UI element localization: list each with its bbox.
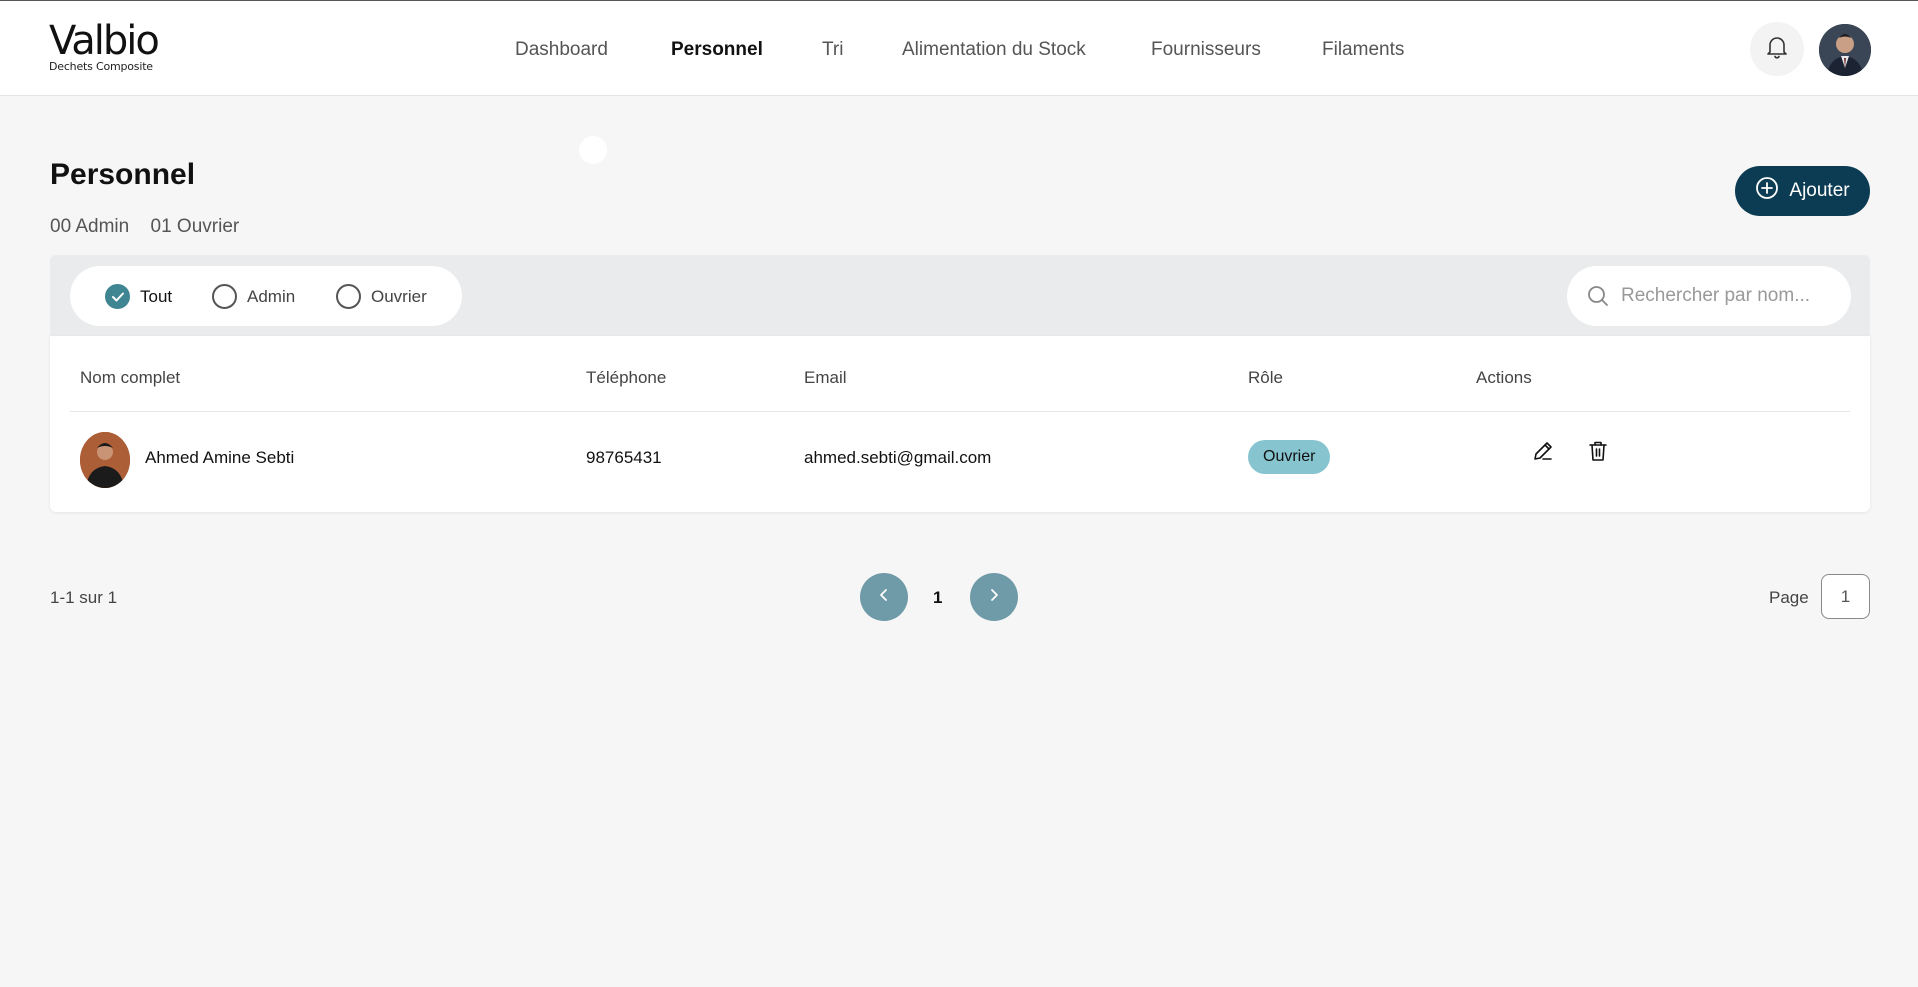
radio-unchecked-icon bbox=[212, 284, 237, 309]
search-box bbox=[1567, 266, 1851, 326]
notifications-button[interactable] bbox=[1750, 22, 1804, 76]
admin-count: 00 Admin bbox=[50, 216, 130, 237]
add-personnel-button[interactable]: Ajouter bbox=[1735, 166, 1870, 216]
page-title: Personnel bbox=[50, 158, 196, 191]
current-page-number[interactable]: 1 bbox=[933, 588, 942, 608]
user-avatar[interactable] bbox=[1819, 24, 1871, 76]
filter-radio-admin[interactable]: Admin bbox=[212, 284, 295, 309]
page-input[interactable]: 1 bbox=[1821, 574, 1870, 619]
previous-page-button[interactable] bbox=[860, 573, 908, 621]
filter-radio-ouvrier[interactable]: Ouvrier bbox=[336, 284, 427, 309]
row-full-name: Ahmed Amine Sebti bbox=[145, 448, 295, 467]
search-input[interactable] bbox=[1621, 266, 1841, 326]
filter-radio-tout[interactable]: Tout bbox=[105, 284, 172, 309]
add-button-label: Ajouter bbox=[1789, 180, 1850, 201]
page-label: Page bbox=[1769, 588, 1809, 607]
filter-label-tout: Tout bbox=[140, 286, 173, 306]
filter-label-admin: Admin bbox=[247, 286, 296, 306]
column-header-actions: Actions bbox=[1476, 368, 1532, 387]
nav-item-fournisseurs[interactable]: Fournisseurs bbox=[1151, 39, 1261, 61]
cursor-indicator bbox=[579, 136, 607, 164]
row-avatar bbox=[80, 432, 130, 488]
bell-icon bbox=[1766, 35, 1788, 64]
radio-checked-icon bbox=[105, 284, 130, 309]
top-navigation-bar: Valbio Dechets Composite Dashboard Perso… bbox=[0, 0, 1918, 96]
chevron-left-icon bbox=[878, 588, 890, 607]
column-header-email: Email bbox=[804, 368, 847, 387]
chevron-right-icon bbox=[988, 588, 1000, 607]
personnel-table: Nom complet Téléphone Email Rôle Actions… bbox=[50, 336, 1870, 512]
pagination-range: 1-1 sur 1 bbox=[50, 588, 118, 607]
row-phone: 98765431 bbox=[586, 448, 662, 467]
column-header-role: Rôle bbox=[1248, 368, 1283, 387]
search-icon bbox=[1587, 285, 1609, 312]
column-header-name: Nom complet bbox=[80, 368, 181, 387]
radio-unchecked-icon bbox=[336, 284, 361, 309]
filter-label-ouvrier: Ouvrier bbox=[371, 286, 427, 306]
nav-item-alimentation-du-stock[interactable]: Alimentation du Stock bbox=[902, 39, 1086, 61]
main-nav: Dashboard Personnel Tri Alimentation du … bbox=[0, 1, 1918, 97]
role-badge: Ouvrier bbox=[1248, 440, 1331, 474]
column-header-phone: Téléphone bbox=[586, 368, 667, 387]
nav-item-personnel[interactable]: Personnel bbox=[671, 39, 763, 61]
plus-circle-icon bbox=[1755, 176, 1779, 206]
nav-item-tri[interactable]: Tri bbox=[822, 39, 843, 61]
nav-item-filaments[interactable]: Filaments bbox=[1322, 39, 1404, 61]
role-filter-group: Tout Admin Ouvrier bbox=[70, 266, 462, 326]
edit-button[interactable] bbox=[1530, 440, 1556, 466]
role-counts: 00 Admin 01 Ouvrier bbox=[50, 216, 255, 238]
next-page-button[interactable] bbox=[970, 573, 1018, 621]
pencil-icon bbox=[1532, 440, 1554, 467]
nav-item-dashboard[interactable]: Dashboard bbox=[515, 39, 608, 61]
header-divider bbox=[70, 411, 1850, 412]
ouvrier-count: 01 Ouvrier bbox=[150, 216, 240, 237]
trash-icon bbox=[1588, 440, 1608, 467]
row-email: ahmed.sebti@gmail.com bbox=[804, 448, 992, 467]
delete-button[interactable] bbox=[1585, 440, 1611, 466]
filter-bar: Tout Admin Ouvrier bbox=[50, 255, 1870, 337]
